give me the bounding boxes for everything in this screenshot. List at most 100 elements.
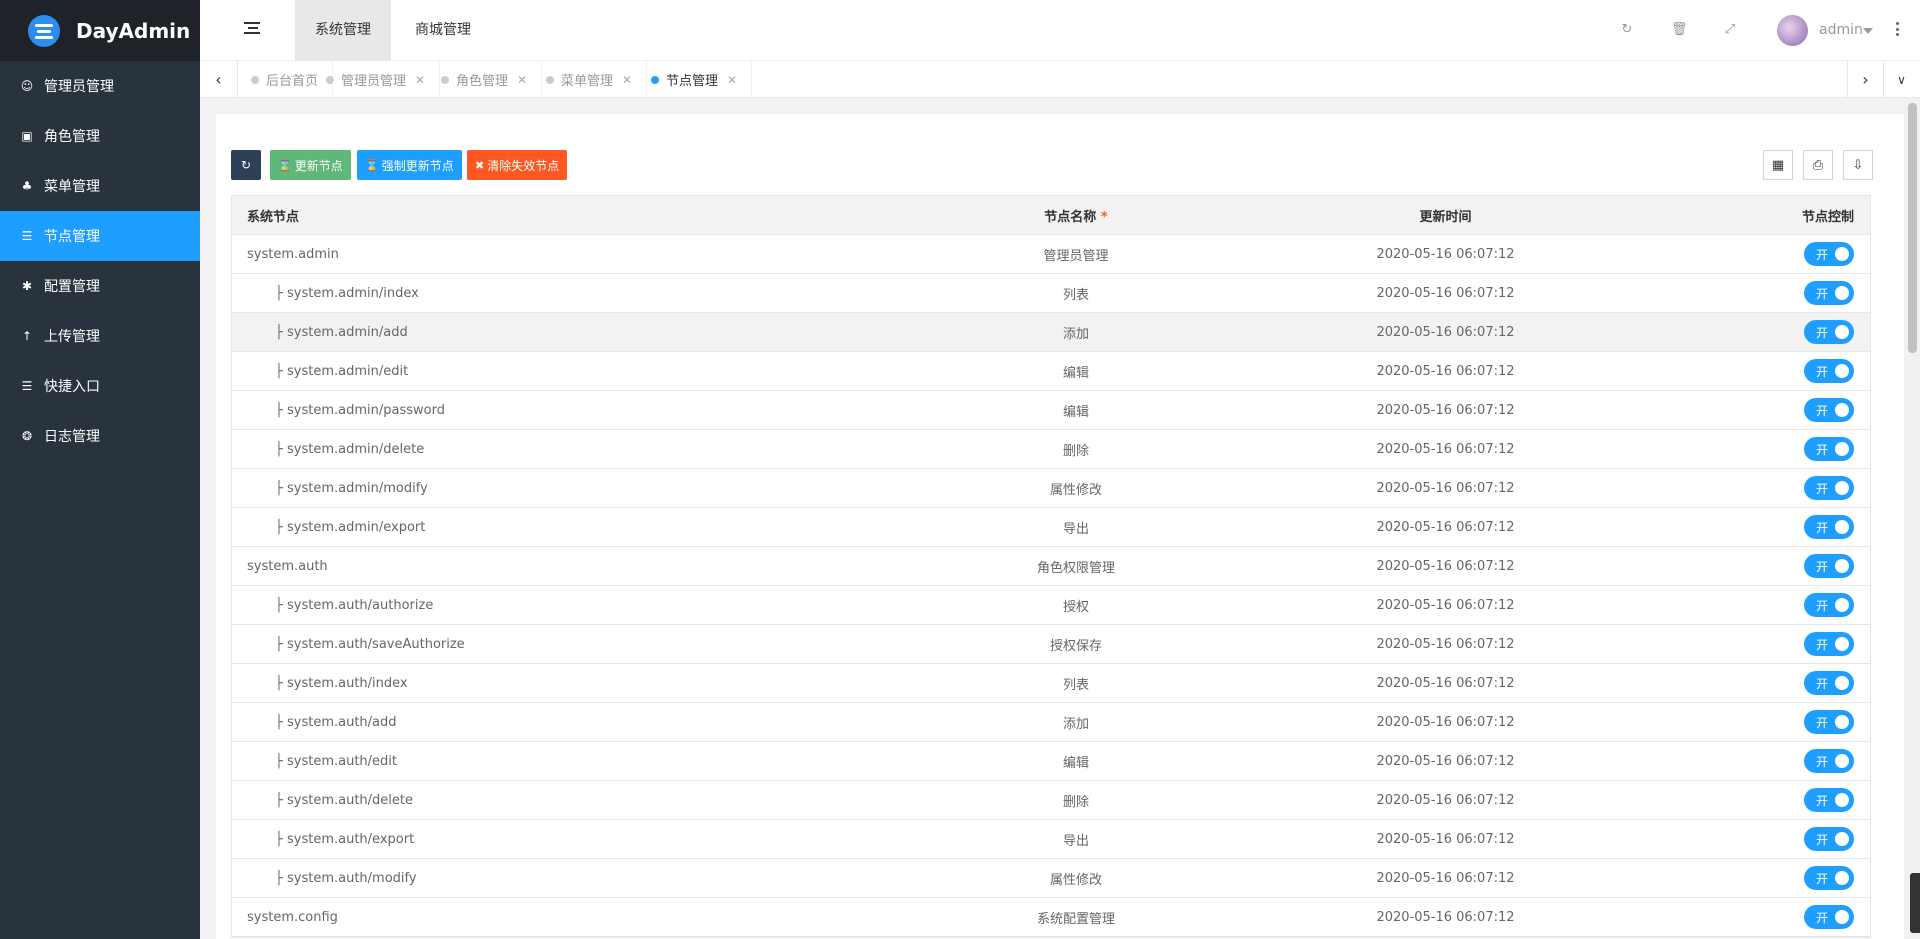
table-row[interactable]: ├ system.admin/index 列表 2020-05-16 06:07:12… <box>232 274 1870 313</box>
node-toggle-switch[interactable]: 开 <box>1804 671 1854 695</box>
node-name-cell[interactable]: 删除 <box>971 440 1181 459</box>
top-tab-shop[interactable]: 商城管理 <box>395 0 491 61</box>
node-toggle-switch[interactable]: 开 <box>1804 398 1854 422</box>
force-update-nodes-button[interactable]: ⌛ 强制更新节点 <box>357 150 462 180</box>
node-name-cell[interactable]: 添加 <box>971 323 1181 342</box>
node-name-cell[interactable]: 添加 <box>971 713 1181 732</box>
node-toggle-switch[interactable]: 开 <box>1804 788 1854 812</box>
table-row[interactable]: ├ system.auth/modify 属性修改 2020-05-16 06:07:… <box>232 859 1870 898</box>
sidebar-item[interactable]: ▣ 角色管理 <box>0 111 200 161</box>
node-toggle-switch[interactable]: 开 <box>1804 593 1854 617</box>
chevron-down-icon[interactable]: ∨ <box>1883 61 1920 98</box>
user-name[interactable]: admin <box>1819 22 1863 38</box>
logo[interactable]: DayAdmin <box>0 0 200 61</box>
switch-label: 开 <box>1816 326 1829 340</box>
sidebar-item[interactable]: ♣ 菜单管理 <box>0 161 200 211</box>
table-row[interactable]: ├ system.admin/export 导出 2020-05-16 06:07:1… <box>232 508 1870 547</box>
node-name-cell[interactable]: 编辑 <box>971 401 1181 420</box>
chevron-left-icon[interactable]: ‹ <box>200 61 237 98</box>
sidebar-item[interactable]: ☺ 管理员管理 <box>0 61 200 111</box>
node-toggle-switch[interactable]: 开 <box>1804 866 1854 890</box>
table-row[interactable]: system.config 系统配置管理 2020-05-16 06:07:12 开 <box>232 898 1870 937</box>
avatar[interactable] <box>1777 15 1808 46</box>
table-row[interactable]: ├ system.admin/modify 属性修改 2020-05-16 06:07… <box>232 469 1870 508</box>
table-row[interactable]: ├ system.auth/index 列表 2020-05-16 06:07:12 开 <box>232 664 1870 703</box>
node-name-cell[interactable]: 编辑 <box>971 752 1181 771</box>
node-name-cell[interactable]: 编辑 <box>971 362 1181 381</box>
node-name-cell[interactable]: 删除 <box>971 791 1181 810</box>
node-toggle-switch[interactable]: 开 <box>1804 554 1854 578</box>
col-update-time[interactable]: 更新时间 <box>1181 206 1710 225</box>
table-row[interactable]: system.auth 角色权限管理 2020-05-16 06:07:12 开 <box>232 547 1870 586</box>
node-toggle-switch[interactable]: 开 <box>1804 476 1854 500</box>
table-row[interactable]: ├ system.auth/edit 编辑 2020-05-16 06:07:12 开 <box>232 742 1870 781</box>
node-name-cell[interactable]: 系统配置管理 <box>971 908 1181 927</box>
node-toggle-switch[interactable]: 开 <box>1804 320 1854 344</box>
columns-toggle-button[interactable]: ▦ <box>1763 150 1793 180</box>
table-row[interactable]: ├ system.admin/add 添加 2020-05-16 06:07:12 开 <box>232 313 1870 352</box>
close-icon[interactable]: ✕ <box>517 73 527 87</box>
node-toggle-switch[interactable]: 开 <box>1804 749 1854 773</box>
node-name-cell[interactable]: 导出 <box>971 518 1181 537</box>
menu-toggle-icon[interactable] <box>244 22 260 38</box>
node-name-cell[interactable]: 列表 <box>971 674 1181 693</box>
node-toggle-switch[interactable]: 开 <box>1804 281 1854 305</box>
page-tab[interactable]: 管理员管理 ✕ <box>312 61 441 98</box>
page-tab[interactable]: 菜单管理 ✕ <box>532 61 648 98</box>
refresh-button[interactable]: ↻ <box>231 150 261 180</box>
table-row[interactable]: ├ system.admin/password 编辑 2020-05-16 06:07… <box>232 391 1870 430</box>
node-toggle-switch[interactable]: 开 <box>1804 515 1854 539</box>
table-row[interactable]: ├ system.auth/authorize 授权 2020-05-16 06:07… <box>232 586 1870 625</box>
node-name-cell[interactable]: 授权 <box>971 596 1181 615</box>
chevron-down-icon[interactable] <box>1863 28 1873 34</box>
table-row[interactable]: system.admin 管理员管理 2020-05-16 06:07:12 开 <box>232 235 1870 274</box>
node-name-cell[interactable]: 属性修改 <box>971 869 1181 888</box>
node-toggle-switch[interactable]: 开 <box>1804 437 1854 461</box>
col-node-control[interactable]: 节点控制 <box>1710 206 1870 225</box>
table-row[interactable]: ├ system.auth/export 导出 2020-05-16 06:07:12… <box>232 820 1870 859</box>
sidebar-item[interactable]: ❂ 日志管理 <box>0 411 200 461</box>
node-name-cell[interactable]: 列表 <box>971 284 1181 303</box>
table-row[interactable]: ├ system.auth/delete 删除 2020-05-16 06:07:12… <box>232 781 1870 820</box>
sidebar-item[interactable]: ☰ 快捷入口 <box>0 361 200 411</box>
scrollbar[interactable] <box>1905 98 1920 939</box>
refresh-icon[interactable]: ↻ <box>1619 22 1635 38</box>
close-icon[interactable]: ✕ <box>727 73 737 87</box>
sidebar-item[interactable]: ☰ 节点管理 <box>0 211 200 261</box>
table-row[interactable]: ├ system.auth/saveAuthorize 授权保存 2020-05-16… <box>232 625 1870 664</box>
table-row[interactable]: ├ system.admin/delete 删除 2020-05-16 06:07:1… <box>232 430 1870 469</box>
node-toggle-switch[interactable]: 开 <box>1804 827 1854 851</box>
system-node-cell: ├ system.auth/edit <box>232 754 971 769</box>
table-row[interactable]: ├ system.auth/add 添加 2020-05-16 06:07:12 开 <box>232 703 1870 742</box>
sidebar-item[interactable]: ↑ 上传管理 <box>0 311 200 361</box>
close-icon[interactable]: ✕ <box>415 73 425 87</box>
node-name-cell[interactable]: 管理员管理 <box>971 245 1181 264</box>
page-tab[interactable]: 角色管理 ✕ <box>427 61 543 98</box>
more-icon[interactable] <box>1896 22 1900 36</box>
node-toggle-switch[interactable]: 开 <box>1804 359 1854 383</box>
node-toggle-switch[interactable]: 开 <box>1804 905 1854 929</box>
node-control-cell: 开 <box>1710 398 1870 422</box>
close-icon[interactable]: ✕ <box>622 73 632 87</box>
node-toggle-switch[interactable]: 开 <box>1804 632 1854 656</box>
print-button[interactable]: ⎙ <box>1803 150 1833 180</box>
update-nodes-button[interactable]: ⌛ 更新节点 <box>270 150 351 180</box>
export-button[interactable]: ⇩ <box>1843 150 1873 180</box>
node-name-cell[interactable]: 授权保存 <box>971 635 1181 654</box>
node-name-cell[interactable]: 属性修改 <box>971 479 1181 498</box>
page-tab[interactable]: 节点管理 ✕ <box>637 61 753 98</box>
node-toggle-switch[interactable]: 开 <box>1804 710 1854 734</box>
clear-invalid-nodes-button[interactable]: ✖ 清除失效节点 <box>467 150 568 180</box>
trash-icon[interactable]: 🗑 <box>1671 22 1688 38</box>
node-name-cell[interactable]: 角色权限管理 <box>971 557 1181 576</box>
top-tab-system[interactable]: 系统管理 <box>295 0 391 61</box>
node-name-cell[interactable]: 导出 <box>971 830 1181 849</box>
col-system-node[interactable]: 系统节点 <box>232 206 971 225</box>
table-row[interactable]: ├ system.admin/edit 编辑 2020-05-16 06:07:12 开 <box>232 352 1870 391</box>
chevron-right-icon[interactable]: › <box>1847 61 1884 98</box>
node-toggle-switch[interactable]: 开 <box>1804 242 1854 266</box>
sidebar-item[interactable]: ✱ 配置管理 <box>0 261 200 311</box>
scrollbar-thumb[interactable] <box>1908 103 1917 353</box>
fullscreen-icon[interactable]: ⤢ <box>1722 22 1738 38</box>
col-node-name[interactable]: 节点名称 * <box>971 206 1181 225</box>
